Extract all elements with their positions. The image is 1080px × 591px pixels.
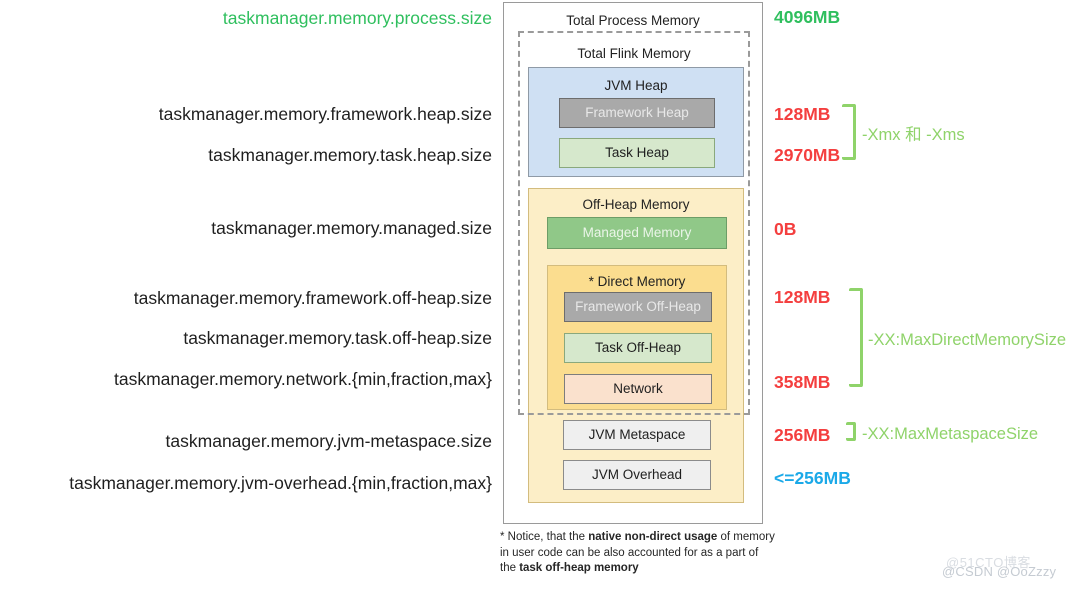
- config-key-jvm-overhead-range: taskmanager.memory.jvm-overhead.{min,fra…: [69, 473, 492, 493]
- value-process-size: 4096MB: [774, 7, 841, 27]
- config-key-task-off-heap-size: taskmanager.memory.task.off-heap.size: [183, 328, 492, 348]
- value-framework-off-heap-size: 128MB: [774, 287, 831, 307]
- config-key-column: taskmanager.memory.process.size taskmana…: [0, 0, 500, 591]
- config-key-task-heap-size: taskmanager.memory.task.heap.size: [208, 145, 492, 165]
- footnote-bold-1: native non-direct usage: [588, 531, 718, 543]
- footnote-part-1: * Notice, that the: [500, 531, 589, 543]
- config-key-process-size: taskmanager.memory.process.size: [222, 8, 492, 28]
- value-jvm-overhead-size: <=256MB: [774, 468, 851, 488]
- watermark: @51CTO博客 @CSDN @OoZzzy: [940, 556, 1080, 586]
- jvm-flag-max-metaspace-size: -XX:MaxMetaspaceSize: [862, 425, 1039, 443]
- jvm-heap-group: JVM Heap Framework Heap Task Heap: [528, 67, 744, 177]
- total-process-memory-title: Total Process Memory: [566, 13, 700, 28]
- total-process-memory-container: Total Process Memory Off-Heap Memory Man…: [503, 2, 763, 524]
- footnote: * Notice, that the native non-direct usa…: [500, 530, 775, 577]
- chip-jvm-metaspace: JVM Metaspace: [563, 420, 711, 450]
- chip-task-heap: Task Heap: [559, 138, 715, 168]
- jvm-flag-max-direct-memory-size: -XX:MaxDirectMemorySize: [868, 331, 1067, 349]
- value-framework-heap-size: 128MB: [774, 104, 831, 124]
- config-key-framework-off-heap-size: taskmanager.memory.framework.off-heap.si…: [133, 288, 492, 308]
- heap-brace: [842, 104, 856, 160]
- jvm-heap-title: JVM Heap: [604, 78, 668, 93]
- value-task-heap-size: 2970MB: [774, 145, 841, 165]
- value-managed-size: 0B: [774, 219, 797, 239]
- direct-memory-brace: [849, 288, 863, 387]
- memory-value-column: 4096MB 128MB 2970MB 0B 128MB 358MB 256MB…: [770, 0, 1080, 591]
- config-key-framework-heap-size: taskmanager.memory.framework.heap.size: [158, 104, 492, 124]
- config-key-network-range: taskmanager.memory.network.{min,fraction…: [113, 369, 492, 389]
- total-flink-memory-title: Total Flink Memory: [577, 46, 691, 61]
- jvm-flag-xmx-xms: -Xmx 和 -Xms: [862, 126, 965, 144]
- metaspace-brace: [846, 422, 856, 441]
- chip-jvm-overhead: JVM Overhead: [563, 460, 711, 490]
- config-key-jvm-metaspace-size: taskmanager.memory.jvm-metaspace.size: [165, 431, 492, 451]
- footnote-bold-2: task off-heap memory: [519, 562, 639, 575]
- watermark-front-text: @CSDN @OoZzzy: [942, 564, 1057, 579]
- value-network-size: 358MB: [774, 372, 831, 392]
- config-key-managed-size: taskmanager.memory.managed.size: [211, 218, 492, 238]
- value-jvm-metaspace-size: 256MB: [774, 425, 831, 445]
- chip-framework-heap: Framework Heap: [559, 98, 715, 128]
